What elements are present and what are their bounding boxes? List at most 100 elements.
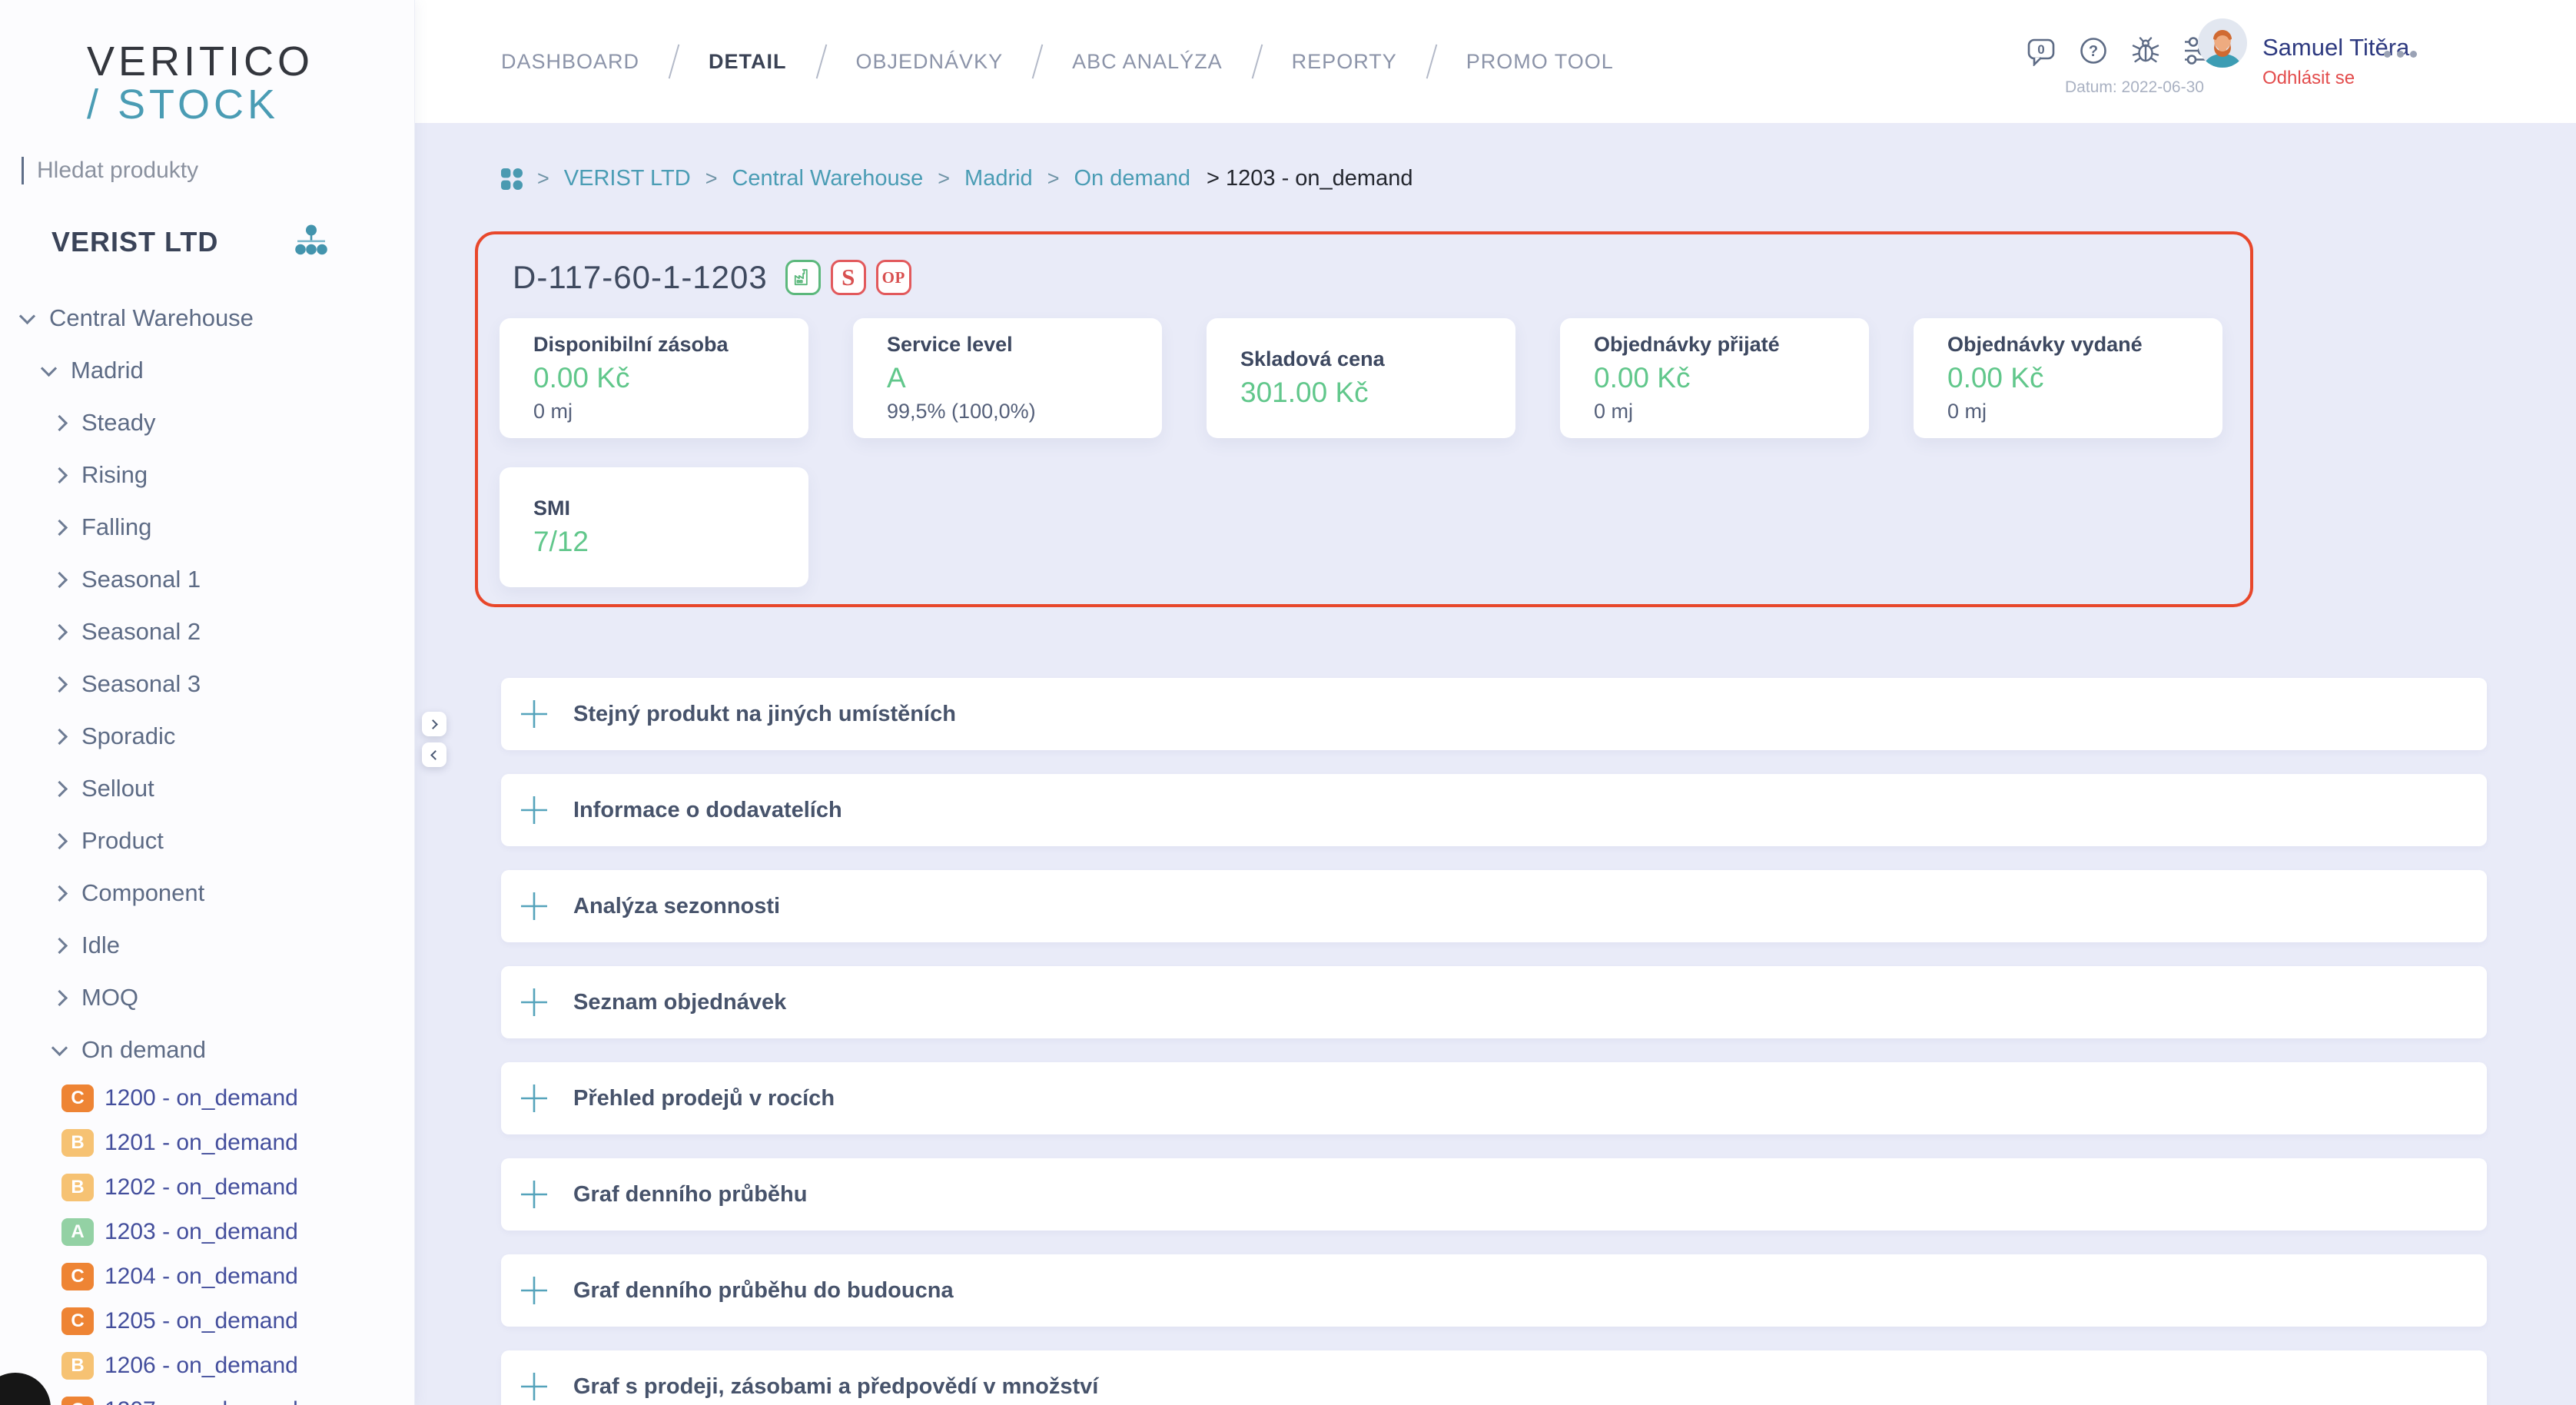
section-title: Analýza sezonnosti xyxy=(573,894,780,919)
grid-icon[interactable] xyxy=(501,168,523,190)
chevron-right-icon xyxy=(54,731,81,742)
nav-item-objedn-vky[interactable]: OBJEDNÁVKY xyxy=(856,50,1004,74)
plus-icon xyxy=(521,892,547,921)
nav-item-reporty[interactable]: REPORTY xyxy=(1292,50,1397,74)
stat-card-disponibiln-z-soba: Disponibilní zásoba0.00 Kč0 mj xyxy=(500,318,808,438)
plus-icon xyxy=(521,1276,547,1305)
tree-item-1203-on-demand[interactable]: A1203 - on_demand xyxy=(0,1210,414,1254)
plus-icon xyxy=(521,988,547,1017)
tree-item-seasonal-3[interactable]: Seasonal 3 xyxy=(0,658,414,710)
chevron-right-icon xyxy=(54,940,81,952)
op-flag-badge: OP xyxy=(876,260,911,295)
nav-item-dashboard[interactable]: DASHBOARD xyxy=(501,50,639,74)
breadcrumb-link-madrid[interactable]: Madrid xyxy=(964,166,1033,191)
nav-item-promo-tool[interactable]: PROMO TOOL xyxy=(1466,50,1614,74)
tree-item-madrid[interactable]: Madrid xyxy=(0,344,414,397)
breadcrumb-link-verist-ltd[interactable]: VERIST LTD xyxy=(564,166,691,191)
tree-item-label: 1207 - on_demand xyxy=(105,1397,298,1405)
notifications-icon[interactable]: 0 xyxy=(2026,35,2056,66)
tree-item-component[interactable]: Component xyxy=(0,867,414,919)
tree-item-on-demand[interactable]: On demand xyxy=(0,1024,414,1076)
tree-item-central-warehouse[interactable]: Central Warehouse xyxy=(0,292,414,344)
tree-item-1204-on-demand[interactable]: C1204 - on_demand xyxy=(0,1254,414,1299)
chevron-right-icon xyxy=(54,522,81,533)
tree-item-label: Sellout xyxy=(81,775,154,802)
tree-item-label: Component xyxy=(81,879,204,907)
section-title: Graf denního průběhu xyxy=(573,1182,808,1207)
nav-item-detail[interactable]: DETAIL xyxy=(709,50,787,74)
expand-sidebar-button[interactable] xyxy=(422,712,446,736)
tree-item-label: 1200 - on_demand xyxy=(105,1085,298,1111)
section-graf-denn-ho-pr-b-hu[interactable]: Graf denního průběhu xyxy=(501,1158,2487,1231)
tree-item-moq[interactable]: MOQ xyxy=(0,972,414,1024)
section-anal-za-sezonnosti[interactable]: Analýza sezonnosti xyxy=(501,870,2487,942)
logo-line-1: VERITICO xyxy=(87,40,414,83)
sidebar: VERITICO / STOCK VERIST LTD Central Ware… xyxy=(0,0,415,1405)
tree-item-1200-on-demand[interactable]: C1200 - on_demand xyxy=(0,1076,414,1121)
tree-item-product[interactable]: Product xyxy=(0,815,414,867)
tree-item-label: 1201 - on_demand xyxy=(105,1130,298,1156)
breadcrumb-link-central-warehouse[interactable]: Central Warehouse xyxy=(732,166,923,191)
section-graf-denn-ho-pr-b-hu-do-budoucna[interactable]: Graf denního průběhu do budoucna xyxy=(501,1254,2487,1327)
collapse-sidebar-button[interactable] xyxy=(422,742,446,767)
bug-report-icon[interactable] xyxy=(2130,35,2161,66)
stat-label: SMI xyxy=(533,497,808,520)
breadcrumb-link-on-demand[interactable]: On demand xyxy=(1074,166,1190,191)
more-options-button[interactable] xyxy=(2384,51,2417,58)
section-p-ehled-prodej-v-roc-ch[interactable]: Přehled prodejů v rocích xyxy=(501,1062,2487,1134)
help-icon[interactable]: ? xyxy=(2078,35,2109,66)
stat-label: Disponibilní zásoba xyxy=(533,333,808,357)
section-title: Informace o dodavatelích xyxy=(573,798,842,823)
nav-item-abc-anal-za[interactable]: ABC ANALÝZA xyxy=(1072,50,1223,74)
tree-item-idle[interactable]: Idle xyxy=(0,919,414,972)
tree-item-label: 1202 - on_demand xyxy=(105,1174,298,1201)
tree-item-label: Falling xyxy=(81,513,151,541)
stat-label: Objednávky vydané xyxy=(1947,333,2222,357)
tree-item-1202-on-demand[interactable]: B1202 - on_demand xyxy=(0,1165,414,1210)
dot-icon xyxy=(2384,51,2391,58)
section-graf-s-prodeji-z-sobami-a-p-edpov-d-v-mno-stv[interactable]: Graf s prodeji, zásobami a předpovědí v … xyxy=(501,1350,2487,1405)
factory-badge xyxy=(785,260,821,295)
tree-item-sporadic[interactable]: Sporadic xyxy=(0,710,414,762)
tree-item-label: 1205 - on_demand xyxy=(105,1308,298,1334)
dot-icon xyxy=(2410,51,2417,58)
user-avatar[interactable] xyxy=(2198,18,2247,68)
tree-item-1205-on-demand[interactable]: C1205 - on_demand xyxy=(0,1299,414,1344)
section-title: Přehled prodejů v rocích xyxy=(573,1086,835,1111)
stat-label: Service level xyxy=(887,333,1162,357)
stat-value: 0.00 Kč xyxy=(1947,362,2222,394)
chevron-right-icon xyxy=(54,626,81,638)
abc-badge-c: C xyxy=(61,1397,94,1405)
stat-card-smi: SMI7/12 xyxy=(500,467,808,587)
tree-item-label: 1204 - on_demand xyxy=(105,1264,298,1290)
abc-badge-b: B xyxy=(61,1129,94,1157)
tree-item-falling[interactable]: Falling xyxy=(0,501,414,553)
tree-item-1206-on-demand[interactable]: B1206 - on_demand xyxy=(0,1344,414,1388)
org-hierarchy-icon[interactable] xyxy=(294,224,328,261)
tree-item-seasonal-1[interactable]: Seasonal 1 xyxy=(0,553,414,606)
tree-item-1201-on-demand[interactable]: B 1201 - on_demand xyxy=(0,1121,414,1165)
section-informace-o-dodavatel-ch[interactable]: Informace o dodavatelích xyxy=(501,774,2487,846)
section-stejn-produkt-na-jin-ch-um-st-n-ch[interactable]: Stejný produkt na jiných umístěních xyxy=(501,678,2487,750)
tree-item-seasonal-2[interactable]: Seasonal 2 xyxy=(0,606,414,658)
chevron-right-icon xyxy=(428,719,438,729)
chevron-right-icon xyxy=(54,835,81,847)
stat-value: 301.00 Kč xyxy=(1240,377,1515,409)
tree-item-steady[interactable]: Steady xyxy=(0,397,414,449)
breadcrumb-separator: > xyxy=(1047,167,1060,191)
search-input[interactable] xyxy=(35,157,366,184)
section-title: Graf s prodeji, zásobami a předpovědí v … xyxy=(573,1374,1098,1400)
current-date-label: Datum: 2022-06-30 xyxy=(2065,78,2204,97)
tree-item-rising[interactable]: Rising xyxy=(0,449,414,501)
breadcrumb-current: > 1203 - on_demand xyxy=(1207,166,1412,191)
nav-separator xyxy=(1251,45,1263,79)
tree-item-sellout[interactable]: Sellout xyxy=(0,762,414,815)
tree-item-1207-on-demand[interactable]: C 1207 - on_demand xyxy=(0,1388,414,1405)
breadcrumb-separator: > xyxy=(938,167,950,191)
section-seznam-objedn-vek[interactable]: Seznam objednávek xyxy=(501,966,2487,1038)
stat-card-service-level: Service levelA99,5% (100,0%) xyxy=(853,318,1162,438)
logout-link[interactable]: Odhlásit se xyxy=(2262,68,2355,89)
plus-icon xyxy=(521,796,547,825)
top-header: DASHBOARD DETAIL OBJEDNÁVKY ABC ANALÝZA REPO… xyxy=(415,0,2576,123)
stat-subvalue: 99,5% (100,0%) xyxy=(887,400,1162,423)
